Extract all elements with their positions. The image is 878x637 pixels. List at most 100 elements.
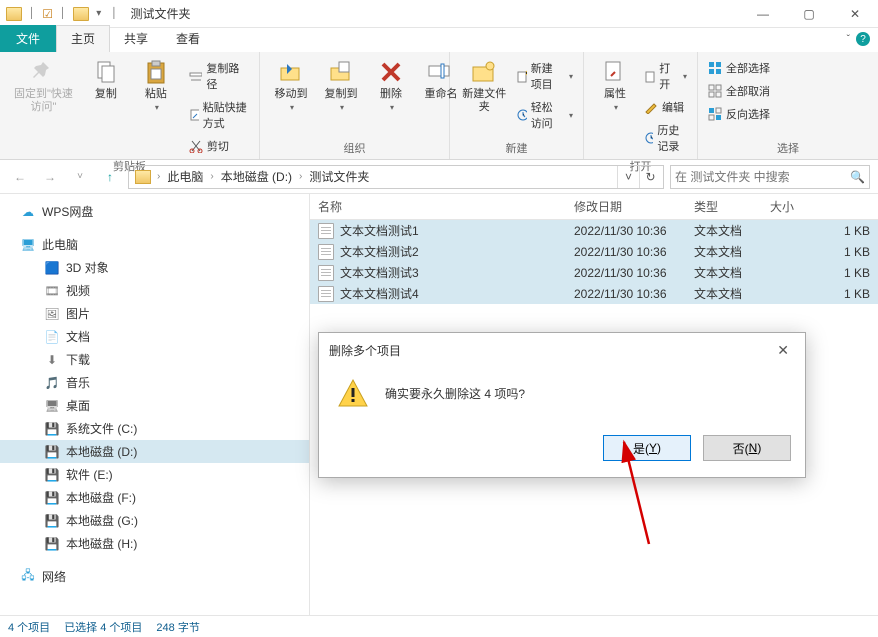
search-icon[interactable]: 🔍 [850, 170, 865, 184]
paste-shortcut-icon [189, 108, 199, 122]
sidebar-item[interactable]: 🟦3D 对象 [0, 256, 309, 279]
copy-button[interactable]: 复制 [81, 56, 131, 103]
qa-folder-icon[interactable] [73, 7, 89, 21]
sidebar-item[interactable]: 💾本地磁盘 (D:) [0, 440, 309, 463]
nav-recent-dropdown[interactable]: ˅ [68, 165, 92, 189]
breadcrumb-folder[interactable]: 测试文件夹 [304, 168, 374, 185]
sidebar-item[interactable]: 💾软件 (E:) [0, 463, 309, 486]
copy-path-button[interactable]: 复制路径 [185, 58, 253, 94]
column-date[interactable]: 修改日期 [566, 198, 686, 215]
search-box[interactable]: 🔍 [670, 165, 870, 189]
select-none-button[interactable]: 全部取消 [704, 81, 774, 101]
select-none-icon [708, 84, 722, 98]
qa-dropdown-icon[interactable]: ▾ [93, 8, 104, 19]
tab-share[interactable]: 共享 [110, 26, 162, 52]
column-size[interactable]: 大小 [762, 198, 878, 215]
help-icon[interactable]: ? [856, 32, 870, 46]
delete-button[interactable]: 删除▾ [366, 56, 416, 114]
dialog-message: 确实要永久删除这 4 项吗? [385, 385, 525, 402]
file-row[interactable]: 文本文档测试22022/11/30 10:36文本文档1 KB [310, 241, 878, 262]
move-to-button[interactable]: 移动到▾ [266, 56, 316, 114]
sidebar-item[interactable]: ⬇下载 [0, 348, 309, 371]
sidebar-item-network[interactable]: 🖧 网络 [0, 565, 309, 588]
ribbon-collapse-icon[interactable]: ˇ [847, 34, 850, 45]
tab-file[interactable]: 文件 [0, 25, 56, 52]
chevron-right-icon[interactable]: › [208, 171, 215, 182]
sidebar-item-this-pc[interactable]: 🖥 此电脑 [0, 233, 309, 256]
drive-icon: 🖥 [44, 398, 60, 414]
cut-button[interactable]: 剪切 [185, 136, 253, 156]
cloud-icon: ☁ [20, 204, 36, 220]
text-file-icon [318, 223, 334, 239]
open-icon [644, 69, 655, 83]
title-bar: │ ☑ │ ▾ │ 测试文件夹 — ▢ ✕ [0, 0, 878, 28]
nav-forward-button: → [38, 165, 62, 189]
dialog-yes-button[interactable]: 是(Y) [603, 435, 691, 461]
sidebar-item[interactable]: 🖼图片 [0, 302, 309, 325]
paste-dropdown-icon[interactable]: ▾ [155, 103, 159, 112]
column-name[interactable]: 名称 [310, 198, 566, 215]
navigation-pane[interactable]: ☁ WPS网盘 🖥 此电脑 🟦3D 对象🎞视频🖼图片📄文档⬇下载🎵音乐🖥桌面💾系… [0, 194, 310, 615]
drive-icon: 💾 [44, 467, 60, 483]
drive-icon: 💾 [44, 513, 60, 529]
breadcrumb[interactable]: › 此电脑 › 本地磁盘 (D:) › 测试文件夹 ˅ ↻ [128, 165, 664, 189]
qa-check-icon[interactable]: ☑ [42, 7, 53, 21]
column-headers[interactable]: 名称 修改日期 类型 大小 [310, 194, 878, 220]
easy-access-button[interactable]: 轻松访问▾ [512, 97, 577, 133]
sidebar-item[interactable]: 💾本地磁盘 (G:) [0, 509, 309, 532]
breadcrumb-drive[interactable]: 本地磁盘 (D:) [216, 168, 297, 185]
new-item-button[interactable]: 新建项目▾ [512, 58, 577, 94]
tab-home[interactable]: 主页 [56, 25, 110, 52]
warning-icon [337, 377, 369, 409]
drive-icon: 💾 [44, 490, 60, 506]
sidebar-item[interactable]: 💾本地磁盘 (H:) [0, 532, 309, 555]
drive-icon: 🎵 [44, 375, 60, 391]
properties-button[interactable]: 属性▾ [590, 56, 640, 114]
nav-up-button[interactable]: ↑ [98, 165, 122, 189]
sidebar-item-wps[interactable]: ☁ WPS网盘 [0, 200, 309, 223]
breadcrumb-dropdown-icon[interactable]: ˅ [617, 166, 639, 188]
open-button[interactable]: 打开▾ [640, 58, 691, 94]
paste-shortcut-button[interactable]: 粘贴快捷方式 [185, 97, 253, 133]
history-button[interactable]: 历史记录 [640, 120, 691, 156]
text-file-icon [318, 286, 334, 302]
paste-button[interactable]: 粘贴 ▾ [131, 56, 181, 114]
drive-icon: 🟦 [44, 260, 60, 276]
status-selected-count: 已选择 4 个项目 [64, 619, 142, 635]
edit-button[interactable]: 编辑 [640, 97, 691, 117]
column-type[interactable]: 类型 [686, 198, 762, 215]
copy-to-button[interactable]: 复制到▾ [316, 56, 366, 114]
minimize-button[interactable]: — [740, 0, 786, 28]
search-input[interactable] [675, 170, 850, 184]
select-all-button[interactable]: 全部选择 [704, 58, 774, 78]
easy-access-icon [516, 108, 526, 122]
new-folder-icon [470, 58, 498, 86]
tab-view[interactable]: 查看 [162, 26, 214, 52]
network-icon: 🖧 [20, 569, 36, 585]
dialog-no-button[interactable]: 否(N) [703, 435, 791, 461]
dialog-close-button[interactable]: ✕ [771, 340, 795, 361]
maximize-button[interactable]: ▢ [786, 0, 832, 28]
sidebar-item[interactable]: 🖥桌面 [0, 394, 309, 417]
refresh-button[interactable]: ↻ [639, 166, 661, 188]
file-row[interactable]: 文本文档测试42022/11/30 10:36文本文档1 KB [310, 283, 878, 304]
delete-icon [377, 58, 405, 86]
close-button[interactable]: ✕ [832, 0, 878, 28]
copy-icon [92, 58, 120, 86]
dialog-title: 删除多个项目 [329, 342, 401, 359]
chevron-right-icon[interactable]: › [297, 171, 304, 182]
breadcrumb-this-pc[interactable]: 此电脑 [162, 168, 208, 185]
nav-back-button[interactable]: ← [8, 165, 32, 189]
file-row[interactable]: 文本文档测试12022/11/30 10:36文本文档1 KB [310, 220, 878, 241]
qa-sep: │ [26, 8, 38, 19]
sidebar-item[interactable]: 🎵音乐 [0, 371, 309, 394]
dialog-title-bar[interactable]: 删除多个项目 ✕ [319, 333, 805, 367]
sidebar-item[interactable]: 🎞视频 [0, 279, 309, 302]
chevron-right-icon[interactable]: › [155, 171, 162, 182]
file-row[interactable]: 文本文档测试32022/11/30 10:36文本文档1 KB [310, 262, 878, 283]
sidebar-item[interactable]: 📄文档 [0, 325, 309, 348]
sidebar-item[interactable]: 💾本地磁盘 (F:) [0, 486, 309, 509]
invert-selection-button[interactable]: 反向选择 [704, 104, 774, 124]
new-folder-button[interactable]: 新建文件夹 [456, 56, 512, 116]
sidebar-item[interactable]: 💾系统文件 (C:) [0, 417, 309, 440]
